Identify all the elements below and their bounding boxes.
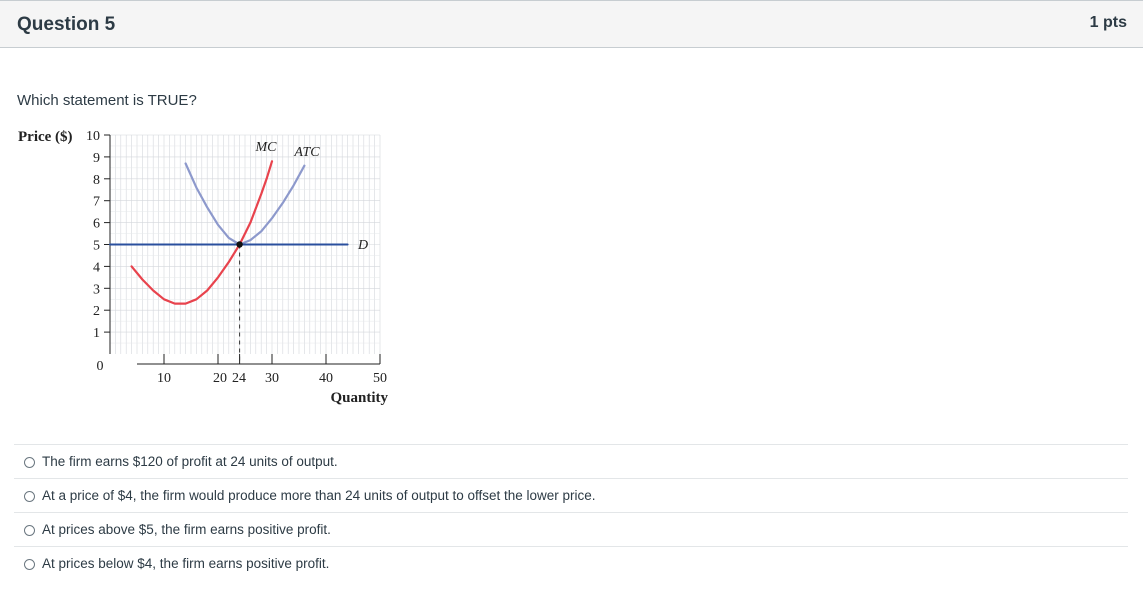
series-label-d: D bbox=[357, 238, 368, 253]
x-origin-label: 0 bbox=[97, 359, 104, 374]
radio-button[interactable] bbox=[24, 559, 35, 570]
y-tick-label: 10 bbox=[86, 129, 100, 144]
answer-option[interactable]: At a price of $4, the firm would produce… bbox=[14, 478, 1128, 512]
y-axis-title: Price ($) bbox=[18, 129, 73, 145]
answer-option[interactable]: At prices below $4, the firm earns posit… bbox=[14, 546, 1128, 580]
series-label-atc: ATC bbox=[293, 145, 320, 160]
y-tick-label: 1 bbox=[93, 326, 100, 341]
series-label-mc: MC bbox=[255, 140, 278, 155]
question-header: Question 5 1 pts bbox=[0, 0, 1143, 48]
y-tick-label: 6 bbox=[93, 217, 100, 232]
answer-label[interactable]: The firm earns $120 of profit at 24 unit… bbox=[42, 454, 338, 469]
answer-option[interactable]: The firm earns $120 of profit at 24 unit… bbox=[14, 444, 1128, 478]
x-tick-label: 24 bbox=[232, 371, 246, 386]
y-tick-label: 5 bbox=[93, 239, 100, 254]
x-axis-title: Quantity bbox=[330, 390, 388, 406]
answer-option[interactable]: At prices above $5, the firm earns posit… bbox=[14, 512, 1128, 546]
x-tick-label: 10 bbox=[157, 371, 171, 386]
chart-axes: 1 2 3 4 5 6 7 8 9 10 bbox=[86, 129, 381, 365]
x-tick-label: 40 bbox=[319, 371, 333, 386]
equilibrium-point bbox=[236, 241, 243, 248]
radio-button[interactable] bbox=[24, 457, 35, 468]
y-tick-label: 9 bbox=[93, 151, 100, 166]
y-tick-label: 3 bbox=[93, 282, 100, 297]
x-tick-label: 30 bbox=[265, 371, 279, 386]
answer-label[interactable]: At a price of $4, the firm would produce… bbox=[42, 488, 596, 503]
radio-button[interactable] bbox=[24, 491, 35, 502]
answer-list: The firm earns $120 of profit at 24 unit… bbox=[14, 444, 1128, 580]
cost-curves-chart: 1 2 3 4 5 6 7 8 9 10 10 20 24 30 40 50 0 Price ($) Quanti… bbox=[18, 129, 388, 406]
x-tick-label: 50 bbox=[373, 371, 387, 386]
question-prompt: Which statement is TRUE? bbox=[17, 92, 197, 109]
answer-label[interactable]: At prices below $4, the firm earns posit… bbox=[42, 556, 329, 571]
question-title: Question 5 bbox=[17, 14, 116, 35]
y-tick-label: 2 bbox=[93, 304, 100, 319]
y-tick-label: 4 bbox=[93, 260, 100, 275]
y-tick-label: 8 bbox=[93, 173, 100, 188]
question-points: 1 pts bbox=[1089, 14, 1127, 31]
radio-button[interactable] bbox=[24, 525, 35, 536]
answer-label[interactable]: At prices above $5, the firm earns posit… bbox=[42, 522, 331, 537]
x-tick-label: 20 bbox=[213, 371, 227, 386]
y-tick-label: 7 bbox=[93, 195, 100, 210]
